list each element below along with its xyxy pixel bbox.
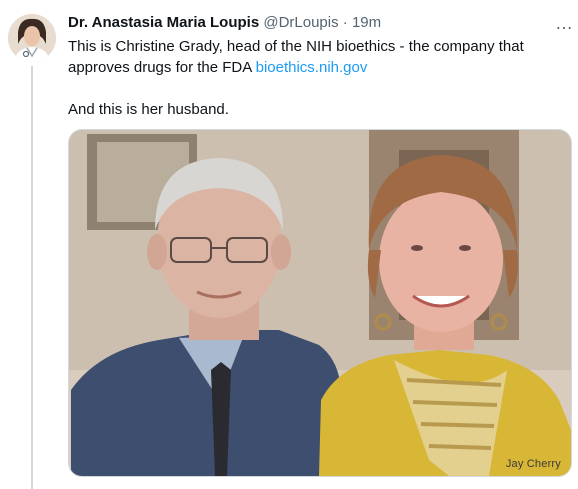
meta-separator: · bbox=[342, 14, 348, 31]
author-name[interactable]: Dr. Anastasia Maria Loupis bbox=[68, 14, 259, 31]
tweet-header: Dr. Anastasia Maria Loupis @DrLoupis · 1… bbox=[68, 14, 381, 34]
tweet-text: This is Christine Grady, head of the NIH… bbox=[68, 36, 568, 120]
tweet-timestamp[interactable]: 19m bbox=[352, 14, 381, 31]
photo-illustration bbox=[69, 130, 571, 476]
tweet-link[interactable]: bioethics.nih.gov bbox=[256, 59, 368, 76]
author-handle[interactable]: @DrLoupis bbox=[263, 14, 338, 31]
author-avatar[interactable] bbox=[8, 14, 56, 62]
thread-connector-line bbox=[31, 66, 33, 489]
photo-watermark: Jay Cherry bbox=[505, 458, 561, 470]
tweet-photo[interactable]: Jay Cherry bbox=[68, 129, 572, 477]
more-horizontal-icon[interactable]: … bbox=[549, 14, 578, 34]
tweet-text-line-2: And this is her husband. bbox=[68, 101, 229, 118]
tweet[interactable]: Dr. Anastasia Maria Loupis @DrLoupis · 1… bbox=[0, 0, 578, 489]
